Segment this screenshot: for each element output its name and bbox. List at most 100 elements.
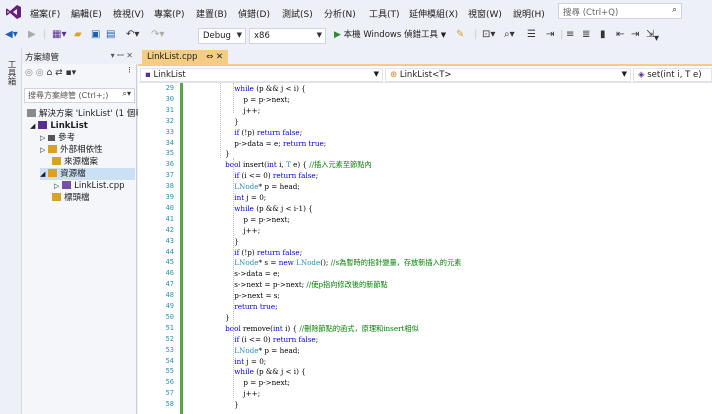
- platform-value: x86: [254, 31, 270, 41]
- forward-icon[interactable]: ▶: [28, 29, 36, 41]
- menu-tools[interactable]: 工具(T): [369, 7, 400, 20]
- change-tracking-bar: [180, 83, 183, 414]
- line-number: 36: [165, 160, 174, 169]
- prev-bookmark-icon[interactable]: ⇤: [616, 29, 624, 41]
- toolbox-side-tab[interactable]: 工具箱: [0, 48, 22, 414]
- menu-extensions[interactable]: 延伸模組(X): [409, 7, 458, 20]
- config-value: Debug: [203, 31, 231, 41]
- menu-edit[interactable]: 編輯(E): [71, 7, 102, 20]
- tree-item-external-dependencies[interactable]: ▷ 外部相依性: [40, 144, 103, 156]
- menu-view[interactable]: 檢視(V): [113, 7, 144, 20]
- back-icon[interactable]: ◎: [25, 68, 33, 78]
- save-all-icon[interactable]: ▤: [106, 29, 115, 41]
- menu-test[interactable]: 測試(S): [282, 7, 313, 20]
- line-number: 58: [165, 400, 174, 409]
- separator-icon: |: [560, 29, 564, 40]
- collapse-icon[interactable]: ◢: [30, 122, 35, 130]
- tree-item-header-files[interactable]: 標頭檔: [52, 192, 90, 204]
- back-icon[interactable]: ◀▾: [5, 29, 18, 41]
- line-number: 50: [165, 312, 174, 321]
- hot-reload-icon[interactable]: ✎: [456, 29, 464, 41]
- solution-config-select[interactable]: Debug ▼: [198, 28, 246, 44]
- search-icon: ⌕▾: [122, 89, 132, 98]
- forward-icon[interactable]: ◎: [36, 68, 44, 78]
- uncomment-icon[interactable]: ≣: [582, 29, 590, 41]
- code-line: int j = 0;: [234, 193, 267, 202]
- tree-item-linklist-cpp[interactable]: ▷ LinkList.cpp: [54, 180, 125, 192]
- code-line: p = p->next;: [216, 214, 290, 224]
- menu-help[interactable]: 說明(H): [513, 7, 545, 20]
- code-line: }: [216, 312, 230, 322]
- line-number: 45: [165, 258, 174, 267]
- tree-item-resource-files[interactable]: ◢ 資源檔: [40, 168, 135, 180]
- code-line: LNode* p = head;: [234, 182, 300, 192]
- toolbar-overflow-icon[interactable]: ▾: [654, 33, 659, 45]
- home-icon[interactable]: ⌂: [46, 68, 52, 78]
- separator-icon: |: [474, 29, 478, 40]
- tree-item-project[interactable]: ◢ LinkList: [30, 120, 88, 132]
- bookmark-icon[interactable]: ▮: [600, 29, 606, 41]
- tree-label: LinkList: [50, 121, 88, 131]
- indent-icon[interactable]: ⇥: [546, 29, 554, 41]
- folder-icon: [52, 157, 61, 165]
- menu-project[interactable]: 專案(P): [154, 7, 184, 20]
- tree-label: 標頭檔: [64, 193, 90, 203]
- code-area[interactable]: 29 while (p && j < i) {30 p = p->next; 31…: [138, 83, 712, 414]
- code-line: return true;: [234, 302, 278, 311]
- separator-icon: |: [43, 29, 47, 40]
- line-number: 29: [165, 84, 174, 92]
- search-input[interactable]: 搜尋 (Ctrl+Q) ⌕: [558, 3, 682, 19]
- pin-close-icon[interactable]: ⇔ ✕: [206, 52, 223, 62]
- code-line: s->data = e;: [216, 269, 280, 279]
- next-bookmark-icon[interactable]: ⇥: [631, 29, 639, 41]
- collapse-icon[interactable]: ◢: [40, 170, 45, 178]
- nav-member-select[interactable]: ◈ set(int i, T e): [633, 68, 712, 82]
- solution-search-placeholder: 搜尋方案總管 (Ctrl+;): [28, 91, 109, 100]
- tree-label: LinkList.cpp: [74, 181, 125, 191]
- line-number: 47: [165, 280, 174, 289]
- nav-project-value: LinkList: [153, 70, 186, 80]
- nav-project-select[interactable]: ▪ LinkList ▼: [140, 68, 383, 82]
- nav-member-value: set(int i, T e): [647, 70, 702, 80]
- expand-icon[interactable]: ▷: [40, 134, 45, 142]
- save-icon[interactable]: ▣: [91, 29, 100, 41]
- undo-icon[interactable]: ↶▾: [126, 29, 139, 41]
- menu-window[interactable]: 視窗(W): [468, 7, 502, 20]
- code-line: p = p->next;: [216, 94, 290, 104]
- more-options-icon[interactable]: ⁝: [128, 66, 131, 76]
- line-number: 51: [165, 323, 174, 332]
- switch-views-icon[interactable]: ⇄: [55, 68, 63, 78]
- menu-analyze[interactable]: 分析(N): [324, 7, 356, 20]
- line-number: 33: [165, 127, 174, 136]
- tree-item-solution[interactable]: 解決方案 'LinkList' (1 個專: [27, 108, 144, 120]
- expand-icon[interactable]: ▷: [54, 182, 59, 190]
- expand-icon[interactable]: ▷: [40, 146, 45, 154]
- open-file-icon[interactable]: ▰: [74, 29, 82, 41]
- menu-build[interactable]: 建置(B): [196, 7, 227, 20]
- new-project-icon[interactable]: ▦▾: [52, 29, 66, 41]
- start-debug-button[interactable]: ▶ 本機 Windows 偵錯工具 ▼: [334, 28, 446, 44]
- code-line: bool insert(int i, T e) { //插入元素至節點內: [225, 160, 372, 170]
- screenshot-icon[interactable]: ⊡▾: [482, 29, 495, 41]
- solution-explorer-header: 方案總管 ▾ ꟷ ✕: [22, 48, 137, 64]
- settings-icon[interactable]: ▪▾: [65, 68, 76, 78]
- bookmark-list-icon[interactable]: ☰: [527, 29, 536, 41]
- line-number: 42: [165, 225, 174, 234]
- visual-studio-logo-icon: [6, 5, 21, 19]
- solution-search-input[interactable]: 搜尋方案總管 (Ctrl+;) ⌕▾: [24, 88, 135, 103]
- line-number: 39: [165, 193, 174, 201]
- panel-controls-icon[interactable]: ▾ ꟷ ✕: [111, 50, 133, 61]
- comment-icon[interactable]: ≡: [566, 29, 574, 41]
- search-icon: ⌕: [671, 5, 677, 15]
- nav-class-select[interactable]: ⊛ LinkList<T> ▼: [385, 68, 631, 82]
- menu-file[interactable]: 檔案(F): [30, 7, 60, 20]
- folder-icon: [48, 145, 58, 153]
- redo-icon[interactable]: ↷▾: [151, 29, 164, 41]
- menu-debug[interactable]: 偵錯(D): [238, 7, 270, 20]
- find-icon[interactable]: ⌕▾: [504, 29, 515, 41]
- tree-item-references[interactable]: ▷ 參考: [40, 132, 75, 144]
- code-line: if (i <= 0) return false;: [234, 171, 319, 181]
- tab-linklist-cpp[interactable]: LinkList.cpp ⇔ ✕: [142, 50, 229, 66]
- platform-select[interactable]: x86 ▼: [249, 28, 326, 44]
- tree-item-source-files[interactable]: 來源檔案: [52, 156, 98, 168]
